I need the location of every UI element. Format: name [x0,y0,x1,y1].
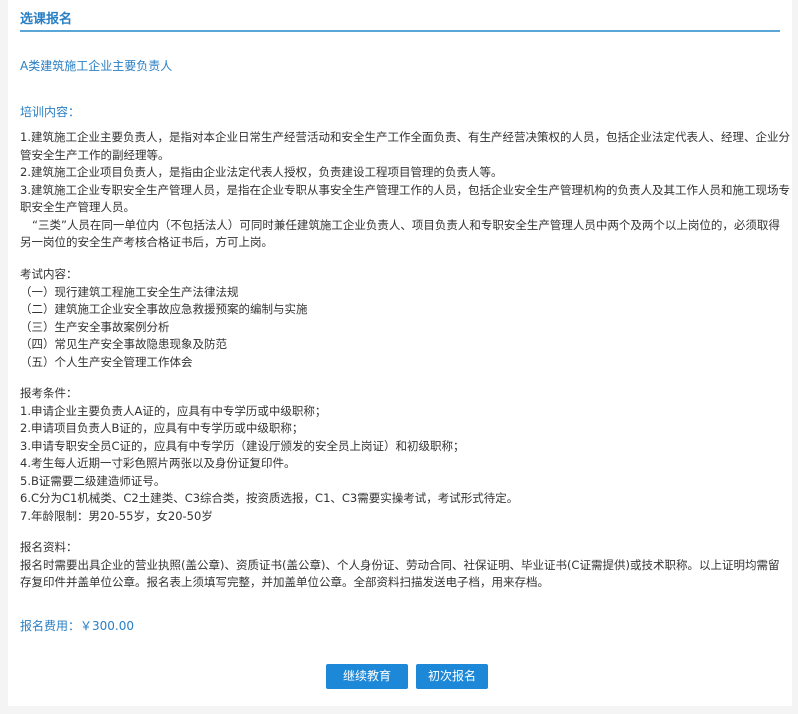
exam-heading: 考试内容： [20,267,78,281]
training-item: “三类”人员在同一单位内（不包括法人）可同时兼任建筑施工企业负责人、项目负责人和… [20,217,780,250]
training-item: 2.建筑施工企业项目负责人，是指由企业法定代表人授权，负责建设工程项目管理的负责… [20,165,503,179]
materials-content: 报名资料： 报名时需要出具企业的营业执照(盖公章)、资质证书(盖公章)、个人身份… [20,539,790,592]
continue-education-button[interactable]: 继续教育 [326,664,408,689]
condition-item: 3.申请专职安全员C证的，应具有中专学历（建设厅颁发的安全员上岗证）和初级职称； [20,438,465,453]
exam-item: （二）建筑施工企业安全事故应急救援预案的编制与实施 [20,302,308,316]
condition-item: 2.申请项目负责人B证的，应具有中专学历或中级职称； [20,421,304,435]
panel-header: 选课报名 [20,6,780,32]
exam-item: （一）现行建筑工程施工安全生产法律法规 [20,284,239,299]
materials-text: 报名时需要出具企业的营业执照(盖公章)、资质证书(盖公章)、个人身份证、劳动合同… [20,557,780,590]
exam-item: （五）个人生产安全管理工作体会 [20,354,193,369]
training-heading: 培训内容： [20,105,81,119]
condition-item: 5.B证需要二级建造师证号。 [20,473,166,488]
course-title: A类建筑施工企业主要负责人 [20,59,173,73]
condition-item: 7.年龄限制：男20-55岁，女20-50岁 [20,508,213,523]
panel-title: 选课报名 [20,12,73,27]
condition-item: 4.考生每人近期一寸彩色照片两张以及身份证复印件。 [20,456,296,470]
course-registration-panel: 选课报名 A类建筑施工企业主要负责人 培训内容： 1.建筑施工企业主要负责人，是… [8,0,792,706]
materials-heading: 报名资料： [20,540,78,554]
registration-fee: 报名费用：￥300.00 [20,619,134,633]
exam-item: （四）常见生产安全事故隐患现象及防范 [20,337,227,351]
conditions-heading: 报考条件： [20,386,78,400]
first-registration-button[interactable]: 初次报名 [416,664,488,689]
exam-content: 考试内容： （一）现行建筑工程施工安全生产法律法规 （二）建筑施工企业安全事故应… [20,266,790,371]
training-content: 1.建筑施工企业主要负责人，是指对本企业日常生产经营活动和安全生产工作全面负责、… [20,129,790,252]
page: 选课报名 A类建筑施工企业主要负责人 培训内容： 1.建筑施工企业主要负责人，是… [0,0,798,714]
condition-item: 1.申请企业主要负责人A证的，应具有中专学历或中级职称； [20,403,327,418]
conditions-content: 报考条件： 1.申请企业主要负责人A证的，应具有中专学历或中级职称； 2.申请项… [20,385,790,525]
training-item: 1.建筑施工企业主要负责人，是指对本企业日常生产经营活动和安全生产工作全面负责、… [20,130,790,162]
condition-item: 6.C分为C1机械类、C2土建类、C3综合类，按资质选报，C1、C3需要实操考试… [20,491,519,505]
exam-item: （三）生产安全事故案例分析 [20,319,170,334]
training-item: 3.建筑施工企业专职安全生产管理人员，是指在企业专职从事安全生产管理工作的人员，… [20,182,790,215]
